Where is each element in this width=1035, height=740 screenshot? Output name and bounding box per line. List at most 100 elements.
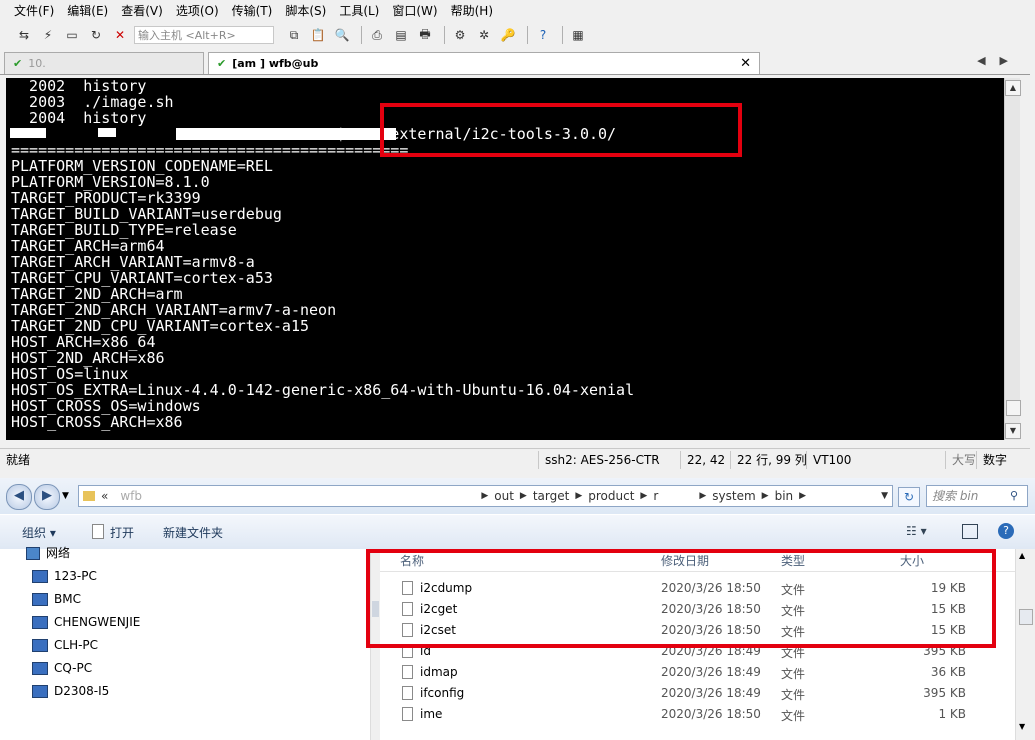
scroll-up-icon[interactable]: ▲ bbox=[1019, 551, 1025, 560]
refresh-icon[interactable]: ↻ bbox=[898, 487, 920, 507]
file-type: 文件 bbox=[781, 667, 806, 681]
status-ready: 就绪 bbox=[6, 453, 31, 467]
toolbar-divider bbox=[361, 26, 362, 44]
tab-scroll-arrows-icon[interactable]: ◀▶ bbox=[977, 54, 1022, 67]
menu-help[interactable]: 帮助(H) bbox=[451, 2, 493, 19]
nav-pc[interactable]: CLH-PC bbox=[32, 634, 98, 656]
address-bar[interactable]: « wfb ▶ out ▶ target ▶ product ▶ r ▶ sys… bbox=[78, 485, 893, 507]
file-icon bbox=[402, 686, 413, 700]
nav-pc[interactable]: D2308-I5 bbox=[32, 680, 109, 702]
recent-pages-icon[interactable]: ▼ bbox=[62, 491, 69, 501]
close-tab-icon[interactable]: ✕ bbox=[740, 53, 751, 74]
search-icon[interactable]: ⚲ bbox=[1010, 489, 1018, 502]
address-row: ◀ ▶ ▼ « wfb ▶ out ▶ target ▶ product ▶ r… bbox=[0, 478, 1035, 514]
disconnect-icon[interactable]: ✕ bbox=[110, 25, 130, 45]
file-row[interactable]: idmap 2020/3/26 18:49 文件 36 KB bbox=[380, 663, 1015, 684]
breadcrumb-system[interactable]: system bbox=[712, 489, 755, 503]
quick-connect-icon[interactable]: ⚡ bbox=[38, 25, 58, 45]
terminal-line: 2002 history bbox=[11, 78, 147, 95]
scroll-thumb[interactable] bbox=[1006, 400, 1021, 416]
open-button[interactable]: 打开 bbox=[110, 524, 134, 541]
chevron-right-icon: ▶ bbox=[481, 491, 489, 501]
connect-tab-icon[interactable]: ▭ bbox=[62, 25, 82, 45]
scroll-down-icon[interactable]: ▼ bbox=[1005, 423, 1021, 439]
command-bar: 组织 ▾ 打开 新建文件夹 ☷ ▾ ? bbox=[0, 514, 1035, 550]
terminal-line: HOST_CROSS_ARCH=x86 bbox=[11, 413, 183, 431]
menu-script[interactable]: 脚本(S) bbox=[285, 2, 326, 19]
redaction-mark bbox=[98, 128, 116, 137]
status-rows-cols: 22 行, 99 列 bbox=[730, 451, 813, 469]
back-icon[interactable]: ◀ bbox=[6, 484, 32, 510]
file-size: 395 KB bbox=[923, 686, 966, 700]
explorer-window: ◀ ▶ ▼ « wfb ▶ out ▶ target ▶ product ▶ r… bbox=[0, 478, 1035, 740]
computer-icon bbox=[32, 616, 48, 629]
nav-network[interactable]: 网络 bbox=[26, 542, 70, 564]
address-dropdown-icon[interactable]: ▼ bbox=[881, 491, 888, 501]
menu-window[interactable]: 窗口(W) bbox=[392, 2, 437, 19]
host-input[interactable]: 输入主机 <Alt+R> bbox=[134, 26, 274, 44]
nav-pc[interactable]: CQ-PC bbox=[32, 657, 92, 679]
nav-pc[interactable]: BMC bbox=[32, 588, 81, 610]
menu-options[interactable]: 选项(O) bbox=[176, 2, 219, 19]
computer-icon bbox=[32, 685, 48, 698]
status-cipher: ssh2: AES-256-CTR bbox=[538, 451, 666, 469]
view-options-icon[interactable]: ☷ ▾ bbox=[906, 524, 927, 538]
print-screen-icon[interactable]: ▤ bbox=[391, 25, 411, 45]
organize-button[interactable]: 组织 ▾ bbox=[22, 524, 56, 541]
forward-icon[interactable]: ▶ bbox=[34, 484, 60, 510]
print-setup-icon[interactable]: ⎙ bbox=[367, 25, 387, 45]
session-tab-1[interactable]: ✔ 10. bbox=[4, 52, 204, 74]
print-icon[interactable]: 🖶 bbox=[415, 25, 435, 45]
nav-pc[interactable]: 123-PC bbox=[32, 565, 97, 587]
help-icon[interactable]: ? bbox=[533, 25, 553, 45]
paste-icon[interactable]: 📋 bbox=[308, 25, 328, 45]
nav-pc-label: CHENGWENJIE bbox=[54, 615, 141, 629]
highlight-box-files bbox=[366, 549, 996, 648]
toolbar-divider bbox=[527, 26, 528, 44]
menu-edit[interactable]: 编辑(E) bbox=[67, 2, 108, 19]
menu-view[interactable]: 查看(V) bbox=[121, 2, 163, 19]
breadcrumb-out[interactable]: out bbox=[494, 489, 514, 503]
menu-transfer[interactable]: 传输(T) bbox=[232, 2, 273, 19]
new-folder-button[interactable]: 新建文件夹 bbox=[163, 524, 223, 541]
breadcrumb-bin[interactable]: bin bbox=[775, 489, 794, 503]
file-scrollbar[interactable]: ▲ ▼ bbox=[1015, 549, 1035, 740]
file-name: ime bbox=[420, 707, 443, 721]
menu-tools[interactable]: 工具(L) bbox=[339, 2, 379, 19]
file-type: 文件 bbox=[781, 688, 806, 702]
file-row[interactable]: ime 2020/3/26 18:50 文件 1 KB bbox=[380, 705, 1015, 726]
status-num: 数字 bbox=[976, 451, 1013, 469]
sftp-icon[interactable]: ▦ bbox=[568, 25, 588, 45]
breadcrumb-product[interactable]: product bbox=[588, 489, 634, 503]
copy-icon[interactable]: ⧉ bbox=[284, 25, 304, 45]
nav-pc-label: BMC bbox=[54, 592, 81, 606]
nav-pc[interactable]: CHENGWENJIE bbox=[32, 611, 140, 633]
tab-1-label: 10. bbox=[28, 57, 46, 70]
scroll-down-icon[interactable]: ▼ bbox=[1019, 722, 1025, 731]
toolbar-divider bbox=[562, 26, 563, 44]
terminal-line: PLATFORM_VERSION=8.1.0 bbox=[11, 173, 210, 191]
preview-pane-icon[interactable] bbox=[962, 524, 978, 539]
reconnect-icon[interactable]: ↻ bbox=[86, 25, 106, 45]
session-tab-2[interactable]: ✔ [am ] wfb@ub ✕ bbox=[208, 52, 760, 74]
breadcrumb-target[interactable]: target bbox=[533, 489, 570, 503]
chevron-right-icon: ▶ bbox=[640, 491, 648, 501]
file-date: 2020/3/26 18:50 bbox=[661, 707, 761, 721]
help-icon[interactable]: ? bbox=[998, 523, 1014, 539]
session-options-icon[interactable]: ⚙ bbox=[450, 25, 470, 45]
terminal-line: TARGET_ARCH_VARIANT=armv8-a bbox=[11, 253, 255, 271]
keymap-icon[interactable]: 🔑 bbox=[498, 25, 518, 45]
breadcrumb-overflow[interactable]: « bbox=[101, 489, 108, 503]
menu-file[interactable]: 文件(F) bbox=[14, 2, 54, 19]
breadcrumb-redacted-product[interactable]: r bbox=[653, 489, 693, 503]
terminal-scrollbar[interactable]: ▲ ▼ bbox=[1004, 78, 1021, 440]
terminal-screen[interactable]: 2002 history 2003 ./image.sh 2004 histor… bbox=[6, 78, 1004, 440]
open-file-icon bbox=[92, 524, 104, 539]
file-row[interactable]: ifconfig 2020/3/26 18:49 文件 395 KB bbox=[380, 684, 1015, 705]
connect-icon[interactable]: ⇆ bbox=[14, 25, 34, 45]
breadcrumb-redacted[interactable]: wfb bbox=[120, 489, 475, 503]
find-icon[interactable]: 🔍 bbox=[332, 25, 352, 45]
file-scroll-thumb[interactable] bbox=[1019, 609, 1033, 625]
global-options-icon[interactable]: ✲ bbox=[474, 25, 494, 45]
scroll-up-icon[interactable]: ▲ bbox=[1005, 80, 1021, 96]
